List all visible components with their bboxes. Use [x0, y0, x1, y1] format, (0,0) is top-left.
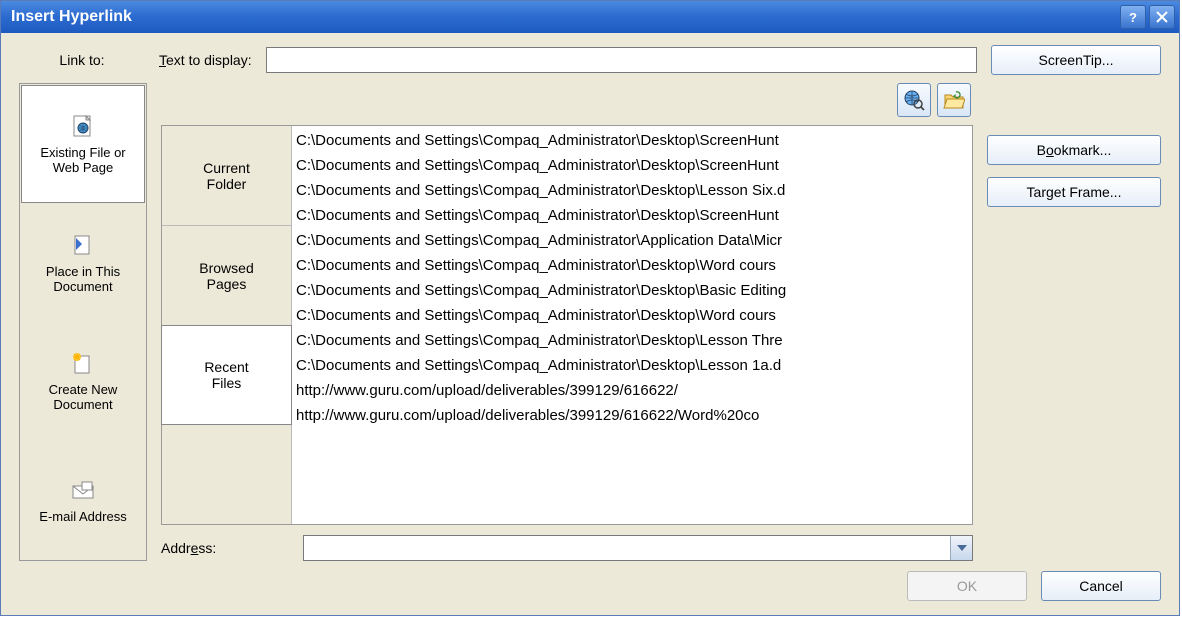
file-list[interactable]: C:\Documents and Settings\Compaq_Adminis… [292, 126, 972, 524]
envelope-icon [69, 477, 97, 505]
browse-file-button[interactable] [937, 83, 971, 117]
list-item[interactable]: C:\Documents and Settings\Compaq_Adminis… [296, 328, 968, 353]
list-item[interactable]: http://www.guru.com/upload/deliverables/… [296, 378, 968, 403]
close-button[interactable] [1149, 5, 1175, 29]
address-row: Address: [161, 535, 973, 561]
mode-tabs: Current Folder Browsed Pages Recent File… [162, 126, 292, 524]
screentip-button[interactable]: ScreenTip... [991, 45, 1161, 75]
nav-email-address[interactable]: E-mail Address [21, 441, 145, 559]
nav-place-in-document[interactable]: Place in This Document [21, 204, 145, 322]
list-item[interactable]: C:\Documents and Settings\Compaq_Adminis… [296, 153, 968, 178]
icon-toolbar [161, 83, 973, 123]
address-label: Address: [161, 540, 291, 556]
insert-hyperlink-dialog: Insert Hyperlink ? Link to: Text to disp… [0, 0, 1180, 616]
nav-existing-file[interactable]: Existing File or Web Page [21, 85, 145, 203]
list-item[interactable]: C:\Documents and Settings\Compaq_Adminis… [296, 203, 968, 228]
list-item[interactable]: C:\Documents and Settings\Compaq_Adminis… [296, 253, 968, 278]
address-combo[interactable] [303, 535, 973, 561]
globe-search-icon [903, 89, 925, 111]
nav-label: Create New Document [49, 382, 118, 412]
list-item[interactable]: C:\Documents and Settings\Compaq_Adminis… [296, 353, 968, 378]
ok-button[interactable]: OK [907, 571, 1027, 601]
folder-open-icon [943, 89, 965, 111]
cancel-button[interactable]: Cancel [1041, 571, 1161, 601]
footer-buttons: OK Cancel [19, 571, 1161, 601]
browse-web-button[interactable] [897, 83, 931, 117]
nav-label: Existing File or Web Page [40, 145, 125, 175]
chevron-down-icon [957, 545, 967, 551]
address-dropdown-button[interactable] [950, 536, 972, 560]
titlebar: Insert Hyperlink ? [1, 1, 1179, 33]
link-to-label: Link to: [19, 52, 145, 68]
top-row: Link to: Text to display: ScreenTip... [19, 45, 1161, 75]
list-item[interactable]: C:\Documents and Settings\Compaq_Adminis… [296, 178, 968, 203]
center-panel: Current Folder Browsed Pages Recent File… [161, 83, 973, 561]
dialog-title: Insert Hyperlink [11, 8, 1117, 26]
nav-label: E-mail Address [39, 509, 126, 524]
tab-current-folder[interactable]: Current Folder [162, 126, 291, 226]
tab-browsed-pages[interactable]: Browsed Pages [162, 226, 291, 326]
text-to-display-label: Text to display: [159, 52, 252, 68]
page-new-icon [69, 350, 97, 378]
file-list-wrap: C:\Documents and Settings\Compaq_Adminis… [292, 126, 972, 524]
list-item[interactable]: C:\Documents and Settings\Compaq_Adminis… [296, 228, 968, 253]
right-button-column: Bookmark... Target Frame... [987, 83, 1161, 561]
page-globe-icon [69, 113, 97, 141]
text-to-display-input[interactable] [266, 47, 977, 73]
list-item[interactable]: C:\Documents and Settings\Compaq_Adminis… [296, 278, 968, 303]
dialog-body: Link to: Text to display: ScreenTip... [1, 33, 1179, 615]
address-input[interactable] [304, 536, 950, 560]
file-browser: Current Folder Browsed Pages Recent File… [161, 125, 973, 525]
tab-recent-files[interactable]: Recent Files [161, 325, 292, 425]
list-item[interactable]: C:\Documents and Settings\Compaq_Adminis… [296, 128, 968, 153]
svg-text:?: ? [1129, 10, 1137, 24]
bookmark-button[interactable]: Bookmark... [987, 135, 1161, 165]
nav-label: Place in This Document [46, 264, 120, 294]
nav-create-new-document[interactable]: Create New Document [21, 323, 145, 441]
list-item[interactable]: http://www.guru.com/upload/deliverables/… [296, 403, 968, 428]
link-to-nav: Existing File or Web Page Place in This … [19, 83, 147, 561]
main-area: Existing File or Web Page Place in This … [19, 83, 1161, 561]
list-item[interactable]: C:\Documents and Settings\Compaq_Adminis… [296, 303, 968, 328]
target-frame-button[interactable]: Target Frame... [987, 177, 1161, 207]
help-button[interactable]: ? [1120, 5, 1146, 29]
page-bookmark-icon [69, 232, 97, 260]
